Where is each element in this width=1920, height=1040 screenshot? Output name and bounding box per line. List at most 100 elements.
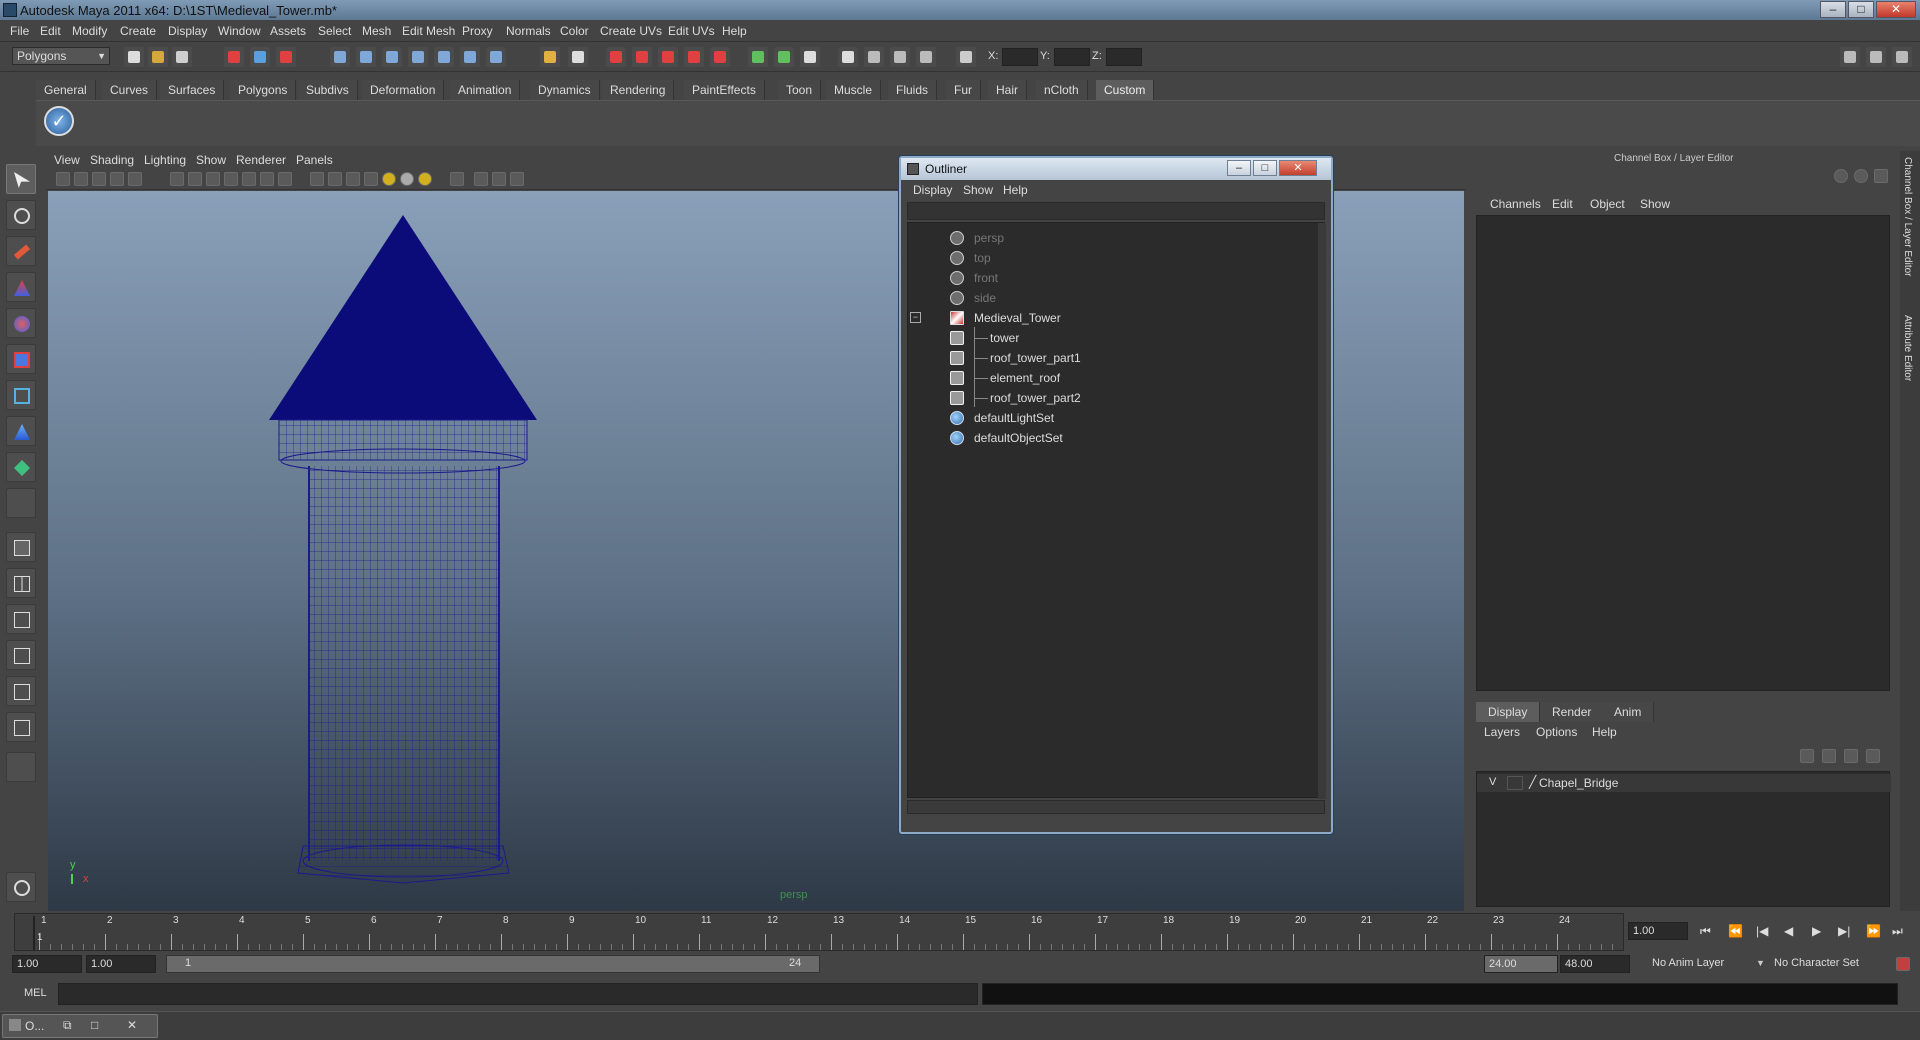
step-forward-frame-icon[interactable]: ▶| xyxy=(1838,924,1850,938)
viewport-menu-renderer[interactable]: Renderer xyxy=(236,153,286,167)
menu-edit-mesh[interactable]: Edit Mesh xyxy=(402,24,455,38)
shelf-tab-general[interactable]: General xyxy=(36,80,96,100)
camera-select-icon[interactable] xyxy=(56,172,70,186)
empty-tool-slot[interactable] xyxy=(6,488,36,518)
outliner-item-roof-tower-part2[interactable]: roof_tower_part2 xyxy=(908,389,1308,407)
menu-modify[interactable]: Modify xyxy=(72,24,107,38)
attribute-icon[interactable] xyxy=(800,47,820,67)
restore-icon[interactable]: ⧉ xyxy=(63,1018,72,1033)
lasso-tool-icon[interactable] xyxy=(6,200,36,230)
shelf-tab-dynamics[interactable]: Dynamics xyxy=(530,80,600,100)
scale-tool-icon[interactable] xyxy=(6,344,36,374)
step-back-frame-icon[interactable]: |◀ xyxy=(1756,924,1768,938)
shelf-tab-animation[interactable]: Animation xyxy=(450,80,521,100)
time-slider[interactable]: 1 2 3 4 5 6 7 8 9 10 11 12 13 14 15 16 17 18 19 20 21 22 23 24 … xyxy=(14,913,1624,951)
show-tool-settings-icon[interactable] xyxy=(1892,47,1912,67)
maximize-button[interactable]: □ xyxy=(1848,1,1874,18)
menu-display[interactable]: Display xyxy=(168,24,207,38)
playback-start-field[interactable]: 1.00 xyxy=(86,955,156,973)
shelf-tab-deformation[interactable]: Deformation xyxy=(362,80,445,100)
camera-attributes-icon[interactable] xyxy=(74,172,88,186)
hypergraph-layout-icon[interactable] xyxy=(6,676,36,706)
field-chart-icon[interactable] xyxy=(242,172,256,186)
manipulator-tool-icon[interactable] xyxy=(6,380,36,410)
command-input[interactable] xyxy=(58,983,978,1005)
shelf-tab-ncloth[interactable]: nCloth xyxy=(1036,80,1088,100)
shadows-icon[interactable] xyxy=(418,172,432,186)
command-language-label[interactable]: MEL xyxy=(24,987,47,999)
current-frame-marker[interactable] xyxy=(33,916,35,950)
range-slider[interactable]: 1 24 xyxy=(166,955,820,973)
layer-name[interactable]: Chapel_Bridge xyxy=(1539,776,1618,790)
channel-menu-channels[interactable]: Channels xyxy=(1490,197,1541,211)
shelf-tab-toon[interactable]: Toon xyxy=(778,80,822,100)
smooth-shade-icon[interactable] xyxy=(916,47,936,67)
step-forward-key-icon[interactable]: ⏩ xyxy=(1866,924,1881,938)
select-object-icon[interactable] xyxy=(250,47,270,67)
shelf-tab-custom[interactable]: Custom xyxy=(1096,80,1155,100)
x-field[interactable] xyxy=(1002,48,1038,66)
layer-visibility-toggle[interactable]: V xyxy=(1489,776,1496,788)
ipr-render-icon[interactable] xyxy=(658,47,678,67)
safe-action-icon[interactable] xyxy=(260,172,274,186)
shelf-tab-subdivs[interactable]: Subdivs xyxy=(298,80,358,100)
grease-pencil-icon[interactable] xyxy=(128,172,142,186)
input-line-icon[interactable] xyxy=(748,47,768,67)
isolate-select-icon[interactable] xyxy=(450,172,464,186)
film-gate-icon[interactable] xyxy=(188,172,202,186)
select-hierarchy-icon[interactable] xyxy=(224,47,244,67)
menu-help[interactable]: Help xyxy=(722,24,747,38)
paint-select-tool-icon[interactable] xyxy=(6,236,36,266)
playback-end-field[interactable]: 24.00 xyxy=(1484,955,1558,973)
outliner-item-medieval-tower[interactable]: − Medieval_Tower xyxy=(908,309,1308,327)
shelf-tab-fur[interactable]: Fur xyxy=(946,80,981,100)
menu-edit-uvs[interactable]: Edit UVs xyxy=(668,24,715,38)
outliner-title-bar[interactable]: Outliner – □ ✕ xyxy=(901,158,1331,180)
shelf-tab-hair[interactable]: Hair xyxy=(988,80,1028,100)
outliner-item-element-roof[interactable]: element_roof xyxy=(908,369,1308,387)
all-lights-icon[interactable] xyxy=(400,172,414,186)
outliner-item-roof-tower-part1[interactable]: roof_tower_part1 xyxy=(908,349,1308,367)
absolute-transform-icon[interactable] xyxy=(956,47,976,67)
hypershade-icon[interactable] xyxy=(710,47,730,67)
default-lighting-icon[interactable] xyxy=(382,172,396,186)
render-layout-icon[interactable] xyxy=(6,712,36,742)
layer-menu-layers[interactable]: Layers xyxy=(1484,725,1520,739)
image-plane-icon[interactable] xyxy=(110,172,124,186)
single-pane-layout-icon[interactable] xyxy=(6,532,36,562)
outliner-item-default-light-set[interactable]: defaultLightSet xyxy=(908,409,1308,427)
resolution-gate-icon[interactable] xyxy=(206,172,220,186)
auto-key-icon[interactable] xyxy=(1896,957,1910,971)
shelf-tab-rendering[interactable]: Rendering xyxy=(602,80,675,100)
outliner-maximize-button[interactable]: □ xyxy=(1253,160,1277,176)
outliner-close-button[interactable]: ✕ xyxy=(1279,160,1317,176)
character-set-selector[interactable]: No Character Set xyxy=(1770,955,1880,973)
play-forward-icon[interactable]: ▶ xyxy=(1812,924,1821,938)
show-attribute-editor-icon[interactable] xyxy=(1866,47,1886,67)
channel-menu-show[interactable]: Show xyxy=(1640,197,1670,211)
show-channelbox-icon[interactable] xyxy=(1840,47,1860,67)
new-scene-icon[interactable] xyxy=(124,47,144,67)
relative-mode-icon[interactable] xyxy=(774,47,794,67)
shelf-tab-painteffects[interactable]: PaintEffects xyxy=(684,80,765,100)
go-to-end-icon[interactable]: ⏭ xyxy=(1892,924,1903,939)
wireframe-icon[interactable] xyxy=(890,47,910,67)
layer-tab-anim[interactable]: Anim xyxy=(1602,702,1655,722)
outliner-item-top[interactable]: top xyxy=(908,249,1308,267)
snap-view-icon[interactable] xyxy=(460,47,480,67)
minimize-button[interactable]: – xyxy=(1820,1,1846,18)
menu-create-uvs[interactable]: Create UVs xyxy=(600,24,662,38)
z-field[interactable] xyxy=(1106,48,1142,66)
grid-icon[interactable] xyxy=(170,172,184,186)
snap-surface-icon[interactable] xyxy=(434,47,454,67)
close-button[interactable]: ✕ xyxy=(1876,1,1916,18)
pin-icon[interactable] xyxy=(1874,169,1888,183)
rotate-tool-icon[interactable] xyxy=(6,308,36,338)
outliner-menu-show[interactable]: Show xyxy=(963,183,993,197)
four-pane-layout-icon[interactable] xyxy=(6,568,36,598)
side-tab-channel-box[interactable]: Channel Box / Layer Editor xyxy=(1902,157,1913,277)
wireframe-shading-icon[interactable] xyxy=(310,172,324,186)
start-time-field[interactable]: 1.00 xyxy=(12,955,82,973)
viewport-menu-show[interactable]: Show xyxy=(196,153,226,167)
outliner-item-front[interactable]: front xyxy=(908,269,1308,287)
